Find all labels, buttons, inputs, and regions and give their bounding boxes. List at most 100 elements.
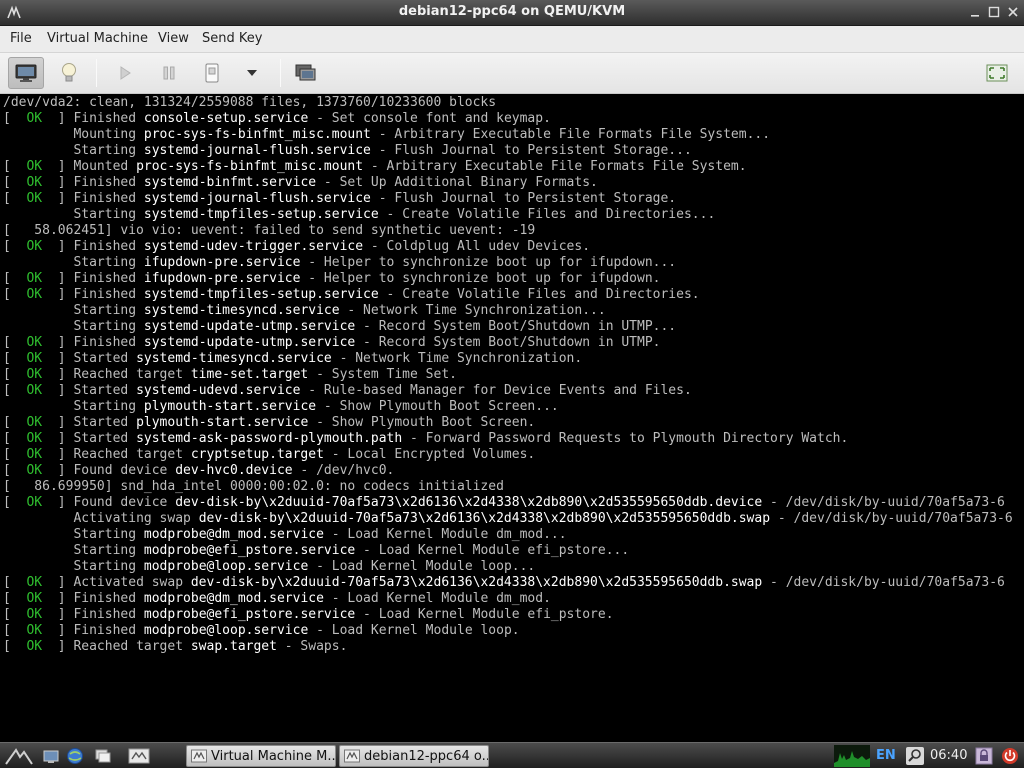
console-line: [ OK ] Started systemd-udevd.service - R… [3, 383, 692, 398]
vm-console-display[interactable]: /dev/vda2: clean, 131324/2559088 files, … [0, 94, 1024, 742]
power-switch-icon [205, 63, 219, 83]
task-vm-console[interactable]: debian12-ppc64 o... [339, 745, 489, 767]
ok-status: OK [26, 271, 43, 286]
virt-manager-icon [344, 749, 360, 763]
show-desktop-icon[interactable] [42, 747, 60, 765]
console-verb: Starting [73, 143, 144, 158]
console-unit: console-setup.service [143, 111, 309, 126]
virt-manager-launcher-icon[interactable] [128, 747, 150, 765]
cpu-monitor-graph[interactable] [834, 745, 870, 767]
ok-status: OK [26, 495, 43, 510]
console-verb: Started [73, 415, 137, 430]
console-line: [ OK ] Finished modprobe@efi_pstore.serv… [3, 607, 614, 622]
monitor-icon [15, 64, 37, 82]
console-verb: Starting [73, 559, 144, 574]
console-description: - Swaps. [276, 639, 348, 654]
console-description: - Set console font and keymap. [308, 111, 551, 126]
console-line: /dev/vda2: clean, 131324/2559088 files, … [3, 95, 1024, 111]
snapshots-button[interactable] [288, 57, 324, 89]
console-unit: systemd-tmpfiles-setup.service [143, 287, 379, 302]
console-verb: Finished [73, 287, 144, 302]
start-menu-icon[interactable] [4, 747, 34, 765]
fullscreen-button[interactable] [979, 57, 1015, 89]
ok-status: OK [26, 383, 43, 398]
play-icon [120, 66, 131, 80]
console-description: - Record System Boot/Shutdown in UTMP... [355, 319, 677, 334]
console-unit: plymouth-start.service [136, 415, 309, 430]
shutdown-menu-button[interactable] [234, 57, 270, 89]
console-description: - Load Kernel Module loop. [308, 623, 520, 638]
console-unit: systemd-ask-password-plymouth.path [136, 431, 403, 446]
console-description: - Helper to synchronize boot up for ifup… [300, 255, 677, 270]
clock[interactable]: 06:40 [930, 748, 967, 763]
ok-status: OK [26, 111, 43, 126]
console-unit: systemd-journal-flush.service [143, 191, 371, 206]
console-description: - Create Volatile Files and Directories. [378, 287, 700, 302]
console-line: [ 86.699950] snd_hda_intel 0000:00:02.0:… [3, 479, 1024, 495]
menu-file[interactable]: File [10, 31, 32, 46]
console-line: [ OK ] Activated swap dev-disk-by\x2duui… [3, 575, 1005, 590]
minimize-icon[interactable] [968, 5, 982, 19]
console-verb: Finished [73, 623, 144, 638]
console-line: [ OK ] Finished systemd-update-utmp.serv… [3, 335, 661, 350]
console-line: [ OK ] Reached target swap.target - Swap… [3, 639, 348, 654]
chevron-down-icon [247, 70, 257, 76]
run-button[interactable] [107, 57, 143, 89]
taskbar: Virtual Machine M... debian12-ppc64 o...… [0, 742, 1024, 768]
console-unit: systemd-udevd.service [136, 383, 301, 398]
console-line: [ OK ] Finished console-setup.service - … [3, 111, 551, 126]
ok-status: OK [26, 287, 43, 302]
console-unit: systemd-update-utmp.service [143, 335, 356, 350]
task-label: debian12-ppc64 o... [364, 748, 489, 764]
ok-status: OK [26, 415, 43, 430]
web-browser-icon[interactable] [66, 747, 84, 765]
ok-status: OK [26, 463, 43, 478]
console-message: [ 58.062451] vio vio: uevent: failed to … [3, 223, 536, 238]
console-description: - Rule-based Manager for Device Events a… [300, 383, 692, 398]
console-description: - /dev/disk/by-uuid/70af5a73-6 [770, 511, 1013, 526]
close-icon[interactable] [1006, 5, 1020, 19]
console-unit: swap.target [190, 639, 277, 654]
maximize-icon[interactable] [987, 5, 1001, 19]
ok-status: OK [26, 159, 43, 174]
console-unit: dev-disk-by\x2duuid-70af5a73\x2d6136\x2d… [198, 511, 771, 526]
console-line: [ OK ] Found device dev-disk-by\x2duuid-… [3, 495, 1005, 510]
toolbar [0, 53, 1024, 94]
ok-status: OK [26, 575, 43, 590]
console-verb: Starting [73, 543, 144, 558]
file-manager-icon[interactable] [94, 747, 112, 765]
console-verb: Starting [73, 399, 144, 414]
console-description: - Local Encrypted Volumes. [323, 447, 536, 462]
console-line: [ OK ] Finished modprobe@dm_mod.service … [3, 591, 551, 606]
task-virtual-machine-manager[interactable]: Virtual Machine M... [186, 745, 336, 767]
console-view-button[interactable] [8, 57, 44, 89]
console-verb: Finished [73, 175, 144, 190]
console-unit: systemd-update-utmp.service [143, 319, 356, 334]
console-unit: systemd-timesyncd.service [143, 303, 340, 318]
lock-screen-icon[interactable] [975, 747, 993, 765]
console-description: - Create Volatile Files and Directories.… [378, 207, 716, 222]
console-verb: Mounted [73, 159, 137, 174]
console-description: - Load Kernel Module dm_mod... [323, 527, 567, 542]
menu-virtual-machine[interactable]: Virtual Machine [47, 31, 148, 46]
keyboard-layout-indicator[interactable]: EN [876, 748, 896, 763]
console-unit: modprobe@efi_pstore.service [143, 543, 356, 558]
window-title: debian12-ppc64 on QEMU/KVM [398, 4, 626, 19]
pause-button[interactable] [151, 57, 187, 89]
console-line: [ OK ] Mounted proc-sys-fs-binfmt_misc.m… [3, 159, 747, 174]
console-description: - Load Kernel Module efi_pstore... [355, 543, 630, 558]
details-view-button[interactable] [51, 57, 87, 89]
menu-send-key[interactable]: Send Key [202, 31, 262, 46]
console-unit: systemd-udev-trigger.service [143, 239, 364, 254]
console-description: - Show Plymouth Boot Screen. [308, 415, 536, 430]
console-unit: modprobe@efi_pstore.service [143, 607, 356, 622]
console-verb: Finished [73, 271, 144, 286]
console-description: - /dev/disk/by-uuid/70af5a73-6 [762, 575, 1005, 590]
power-icon[interactable] [1001, 747, 1019, 765]
shutdown-button[interactable] [194, 57, 230, 89]
search-icon[interactable] [906, 747, 924, 765]
console-description: - Arbitrary Executable File Formats File… [363, 159, 747, 174]
menu-view[interactable]: View [158, 31, 189, 46]
console-verb: Activated swap [73, 575, 191, 590]
console-unit: modprobe@loop.service [143, 559, 309, 574]
